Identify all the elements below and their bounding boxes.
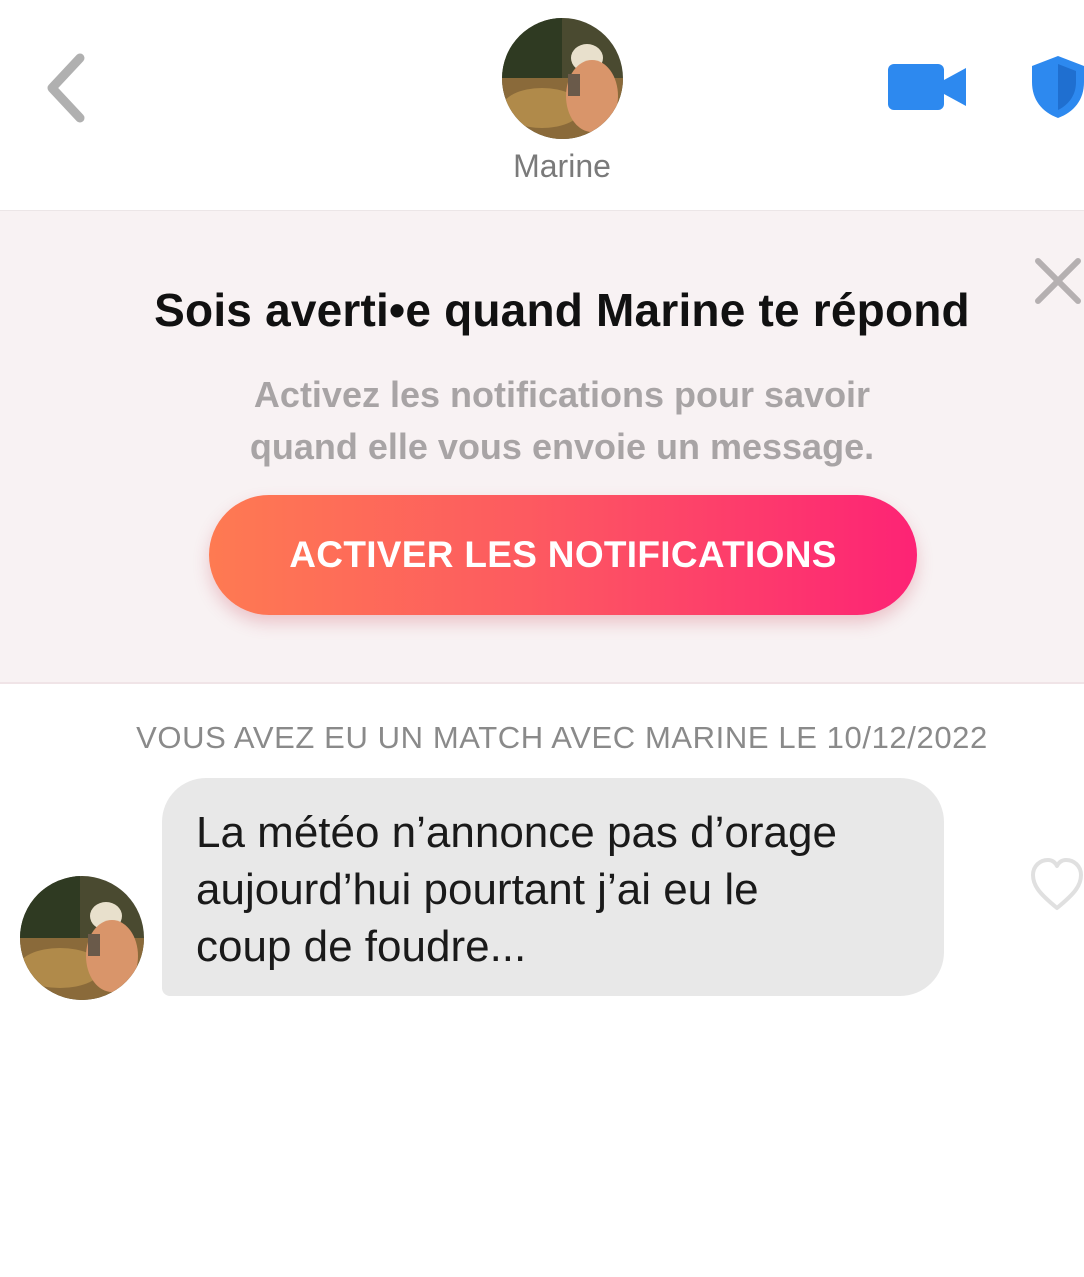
chat-header: Marine <box>0 0 1084 210</box>
banner-subtitle: Activez les notifications pour savoir qu… <box>160 369 964 473</box>
like-message-button[interactable] <box>1030 856 1084 914</box>
back-button[interactable] <box>36 48 100 128</box>
heart-icon <box>1031 858 1083 910</box>
message-text-line: aujourd’hui pourtant j’ai eu le <box>196 865 759 914</box>
contact-name: Marine <box>513 148 611 184</box>
message-bubble[interactable]: La météo n’annonce pas d’orage aujourd’h… <box>162 778 944 996</box>
notification-prompt-banner: Sois averti•e quand Marine te répond Act… <box>0 210 1084 684</box>
sender-avatar[interactable] <box>20 876 144 1000</box>
safety-button[interactable] <box>1028 52 1084 124</box>
contact-avatar[interactable] <box>502 18 623 139</box>
message-text-line: coup de foudre... <box>196 922 527 971</box>
match-date-label: VOUS AVEZ EU UN MATCH AVEC MARINE LE 10/… <box>136 720 988 755</box>
message-row: La météo n’annonce pas d’orage aujourd’h… <box>0 776 1084 1006</box>
message-text-line: La météo n’annonce pas d’orage <box>196 808 837 857</box>
video-call-button[interactable] <box>884 58 970 116</box>
banner-title: Sois averti•e quand Marine te répond <box>154 284 970 336</box>
video-camera-icon <box>888 64 966 110</box>
banner-subtitle-line: quand elle vous envoie un message. <box>249 426 875 467</box>
activate-notifications-button[interactable]: ACTIVER LES NOTIFICATIONS <box>209 495 917 615</box>
chevron-left-icon <box>47 53 85 123</box>
banner-subtitle-line: Activez les notifications pour savoir <box>253 374 871 415</box>
shield-icon <box>1032 56 1084 118</box>
